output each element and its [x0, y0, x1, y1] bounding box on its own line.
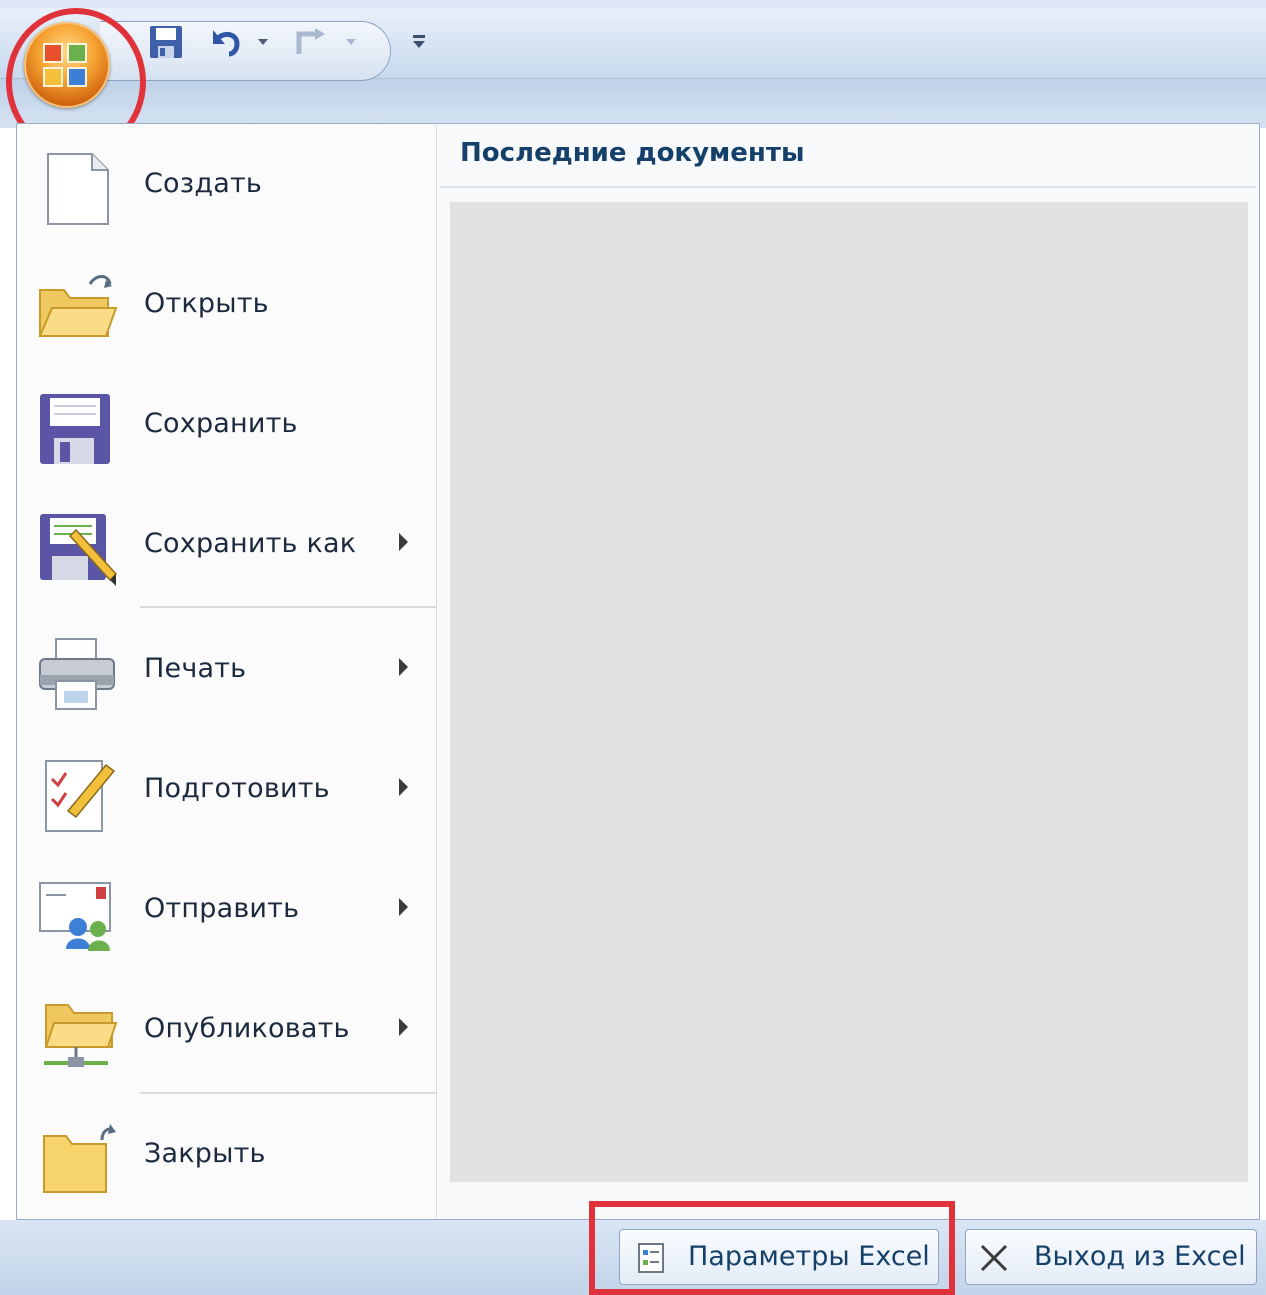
submenu-arrow-icon	[399, 533, 408, 551]
open-folder-icon	[36, 270, 118, 348]
save-icon[interactable]	[146, 22, 186, 62]
save-as-icon	[36, 510, 118, 588]
prepare-document-icon	[36, 755, 118, 833]
menu-item-prepare[interactable]: Подготовить	[18, 735, 436, 845]
customize-qat-icon[interactable]	[408, 22, 430, 62]
save-disk-icon	[36, 390, 118, 468]
new-document-icon	[36, 150, 118, 228]
options-button-highlight	[589, 1201, 955, 1295]
menu-item-label: Открыть	[144, 288, 269, 319]
title-bar	[0, 0, 1266, 128]
menu-item-publish[interactable]: Опубликовать	[18, 975, 436, 1085]
recent-documents-list	[450, 202, 1248, 1182]
menu-item-save-as[interactable]: Сохранить как	[18, 490, 436, 600]
recent-documents-header: Последние документы	[460, 138, 805, 168]
printer-icon	[36, 635, 118, 713]
close-folder-icon	[36, 1120, 118, 1198]
menu-item-open[interactable]: Открыть	[18, 250, 436, 360]
menu-item-print[interactable]: Печать	[18, 615, 436, 725]
menu-item-label: Сохранить	[144, 408, 298, 439]
menu-separator	[140, 606, 436, 608]
close-icon	[978, 1242, 1010, 1278]
exit-excel-button[interactable]: Выход из Excel	[965, 1229, 1257, 1285]
exit-excel-label: Выход из Excel	[1034, 1241, 1246, 1272]
menu-item-label: Сохранить как	[144, 528, 357, 559]
menu-item-label: Закрыть	[144, 1138, 266, 1169]
menu-item-label: Печать	[144, 653, 247, 684]
menu-item-label: Опубликовать	[144, 1013, 350, 1044]
menu-item-label: Подготовить	[144, 773, 330, 804]
menu-separator	[140, 1092, 436, 1094]
menu-item-close[interactable]: Закрыть	[18, 1100, 436, 1210]
redo-dropdown-icon[interactable]	[340, 22, 362, 62]
undo-dropdown-icon[interactable]	[252, 22, 274, 62]
send-icon	[36, 875, 118, 953]
menu-item-label: Создать	[144, 168, 262, 199]
submenu-arrow-icon	[399, 1018, 408, 1036]
recent-documents-divider	[440, 186, 1256, 188]
menu-item-create[interactable]: Создать	[18, 130, 436, 240]
submenu-arrow-icon	[399, 778, 408, 796]
menu-item-label: Отправить	[144, 893, 300, 924]
menu-item-save[interactable]: Сохранить	[18, 370, 436, 480]
submenu-arrow-icon	[399, 898, 408, 916]
menu-item-send[interactable]: Отправить	[18, 855, 436, 965]
quick-access-toolbar	[0, 8, 1266, 81]
undo-icon[interactable]	[204, 22, 246, 62]
publish-icon	[36, 995, 118, 1073]
redo-icon[interactable]	[290, 22, 332, 62]
submenu-arrow-icon	[399, 658, 408, 676]
